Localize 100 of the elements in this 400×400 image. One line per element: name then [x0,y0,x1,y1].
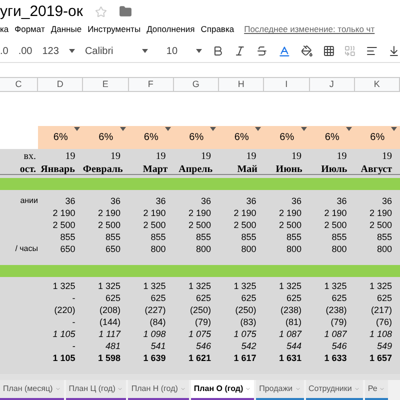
table-cell-text: (81) [284,316,302,330]
borders-icon[interactable] [322,45,334,58]
table-cell-text: (238) [324,304,348,318]
table-cell-text: 1 325 [52,280,76,294]
table-cell-text: 855 [376,231,393,244]
table-cell-text: 1 325 [323,280,348,294]
sheet-tab[interactable]: Сотрудники [306,380,363,400]
table-cell-text: 546 [330,340,348,354]
fill-color-icon[interactable] [300,45,313,58]
document-title[interactable]: уги_2019-ок [0,4,83,20]
column-header[interactable]: C [0,78,38,92]
sheet-tab[interactable]: План (месяц) [0,380,64,400]
horizontal-scrollbar[interactable] [0,374,400,380]
font-size-dropdown[interactable]: 10 [166,44,186,59]
dropdown-caret-icon[interactable] [196,49,202,54]
table-cell-text: 2 500 [368,219,393,232]
sheet-tab[interactable]: План О (год) [190,380,254,400]
rate-cell: 6% [354,126,400,150]
sheet-tab[interactable]: Ре [364,380,388,400]
sheet-tab[interactable]: План Н (год) [128,380,189,400]
table-cell-text: (79) [330,316,348,330]
menu-item[interactable]: Справка [200,23,234,36]
table-cell-text: 1 098 [142,328,167,342]
table-cell-text: (250) [234,304,258,318]
table-cell-text: (76) [374,316,393,330]
menu-item[interactable]: Дополнения [146,23,195,36]
rate-cell: 6% [83,126,128,150]
table-cell-text: 2 190 [232,207,258,220]
table-cell-text: 855 [104,231,122,244]
table-cell-text: 1 108 [368,328,393,342]
table-cell-text: (227) [144,304,167,318]
table-cell-text: 855 [330,231,348,244]
menu-item[interactable]: Данные [50,23,82,36]
dropdown-caret-icon[interactable] [391,127,397,132]
merge-cells-icon[interactable] [344,45,356,58]
table-cell-text: 1 631 [278,352,302,366]
table-cell-text: 19 [64,150,76,164]
vertical-align-icon[interactable] [388,45,400,58]
table-cell-text: 19 [290,150,302,164]
table-cell-text: 2 500 [142,219,167,232]
table-cell-text: 2 500 [278,219,302,232]
table-cell-text: 2 500 [232,219,258,232]
table-cell-text: 800 [285,243,302,256]
table-cell-text: 1 325 [368,280,393,294]
table-cell-text: (84) [148,316,167,330]
font-dropdown[interactable]: Calibri [84,44,132,59]
number-format-button[interactable]: 123 [42,44,59,59]
menu-item[interactable]: Формат [14,23,45,36]
column-header[interactable]: F [128,78,174,92]
decimal-button[interactable]: .0 [0,44,8,59]
column-header[interactable]: E [83,78,128,92]
last-edit-link[interactable]: Последнее изменение: только чт [244,23,375,36]
table-cell-text: 19 [110,150,122,164]
table-cell-text: 1 117 [98,328,122,342]
table-cell-text: 2 500 [96,219,122,232]
column-header[interactable]: J [310,78,355,92]
table-cell-text: 855 [59,231,76,244]
table-cell-text: (238) [279,304,302,318]
table-cell-text: 800 [240,243,258,256]
table-cell-text: Июль [320,163,348,178]
rate-cell: 6% [264,126,310,150]
folder-icon[interactable] [118,5,132,18]
column-header[interactable]: K [354,78,400,92]
table-cell-text: 1 087 [323,328,348,342]
column-header[interactable]: H [219,78,264,92]
table-cell-text: 2 190 [278,207,302,220]
table-cell-text: 544 [285,340,302,354]
bold-icon[interactable] [212,45,224,58]
table-cell-text: (208) [98,304,122,318]
column-header[interactable]: G [174,78,219,92]
table-cell-text: (144) [98,316,122,330]
menu-item[interactable]: Инструменты [88,23,141,36]
sheet-tab[interactable]: Продажи [256,380,304,400]
table-cell-text: - [71,316,76,330]
align-left-icon[interactable] [366,45,378,58]
table-cell-text: 1 087 [278,328,303,342]
strikethrough-icon[interactable] [256,45,268,58]
table-cell-text: 481 [104,340,122,354]
table-cell-text: 625 [330,292,348,306]
menu-item[interactable]: ка [0,23,9,36]
italic-icon[interactable] [234,45,246,58]
table-cell-text: 1 325 [278,280,302,294]
rate-cell: 6% [38,126,84,150]
dropdown-caret-icon[interactable] [142,49,148,54]
text-color-icon[interactable] [278,44,291,58]
table-cell-text: 1 105 [52,328,76,342]
decimal-button[interactable]: .00 [18,44,32,59]
star-icon[interactable] [94,6,107,18]
column-header[interactable]: I [264,78,310,92]
table-cell-text: 36 [109,195,122,208]
rate-cell: 6% [174,126,219,150]
table-cell-text: 800 [194,243,212,256]
dropdown-caret-icon[interactable] [68,49,75,54]
column-header[interactable]: D [38,78,84,92]
table-cell-text: - [71,340,76,354]
table-cell-text: 36 [154,195,167,208]
table-cell-text: 1 633 [323,352,348,366]
table-cell-text: 1 639 [142,352,167,366]
table-cell-text: 2 500 [52,219,76,232]
sheet-tab[interactable]: План Ц (год) [66,380,126,400]
